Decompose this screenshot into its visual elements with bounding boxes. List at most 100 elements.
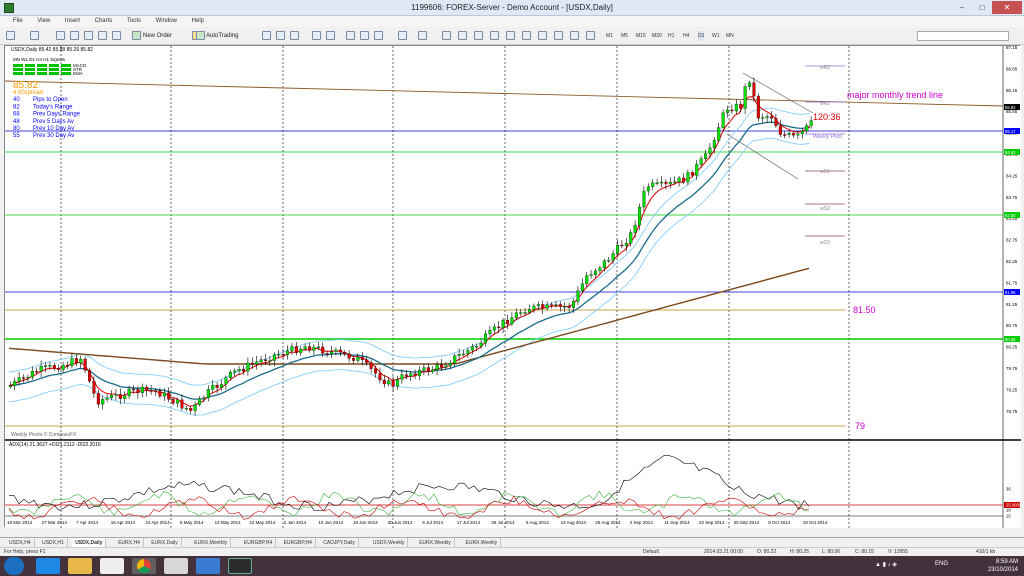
menu-window[interactable]: Window	[156, 16, 177, 27]
candle	[440, 364, 444, 368]
candle	[708, 147, 712, 154]
fibonacci-icon[interactable]	[538, 31, 547, 40]
candle	[374, 368, 378, 374]
price-tick: 82.25	[1006, 259, 1018, 264]
timeframe-m15[interactable]: M15	[636, 31, 646, 41]
menu-tools[interactable]: Tools	[127, 16, 141, 27]
candle	[338, 349, 342, 353]
candle	[325, 353, 329, 355]
symbol-info: USDX,Daily 85.42 85.88 85.26 85.82	[11, 47, 93, 53]
trendline-icon[interactable]	[506, 31, 515, 40]
search-input[interactable]	[917, 31, 1009, 41]
timeframe-d1[interactable]: D1	[698, 31, 705, 41]
text-label-icon[interactable]	[570, 31, 579, 40]
candle	[607, 260, 611, 262]
profiles-icon[interactable]	[30, 31, 39, 40]
candle	[774, 118, 778, 126]
zoom-in-icon[interactable]	[312, 31, 321, 40]
metatrader-taskbar-icon[interactable]	[228, 558, 252, 574]
candle	[277, 354, 281, 356]
navigator-icon[interactable]	[84, 31, 93, 40]
timeframe-m5[interactable]: M5	[621, 31, 628, 41]
terminal-icon[interactable]	[98, 31, 107, 40]
candle	[220, 383, 224, 388]
language-indicator[interactable]: ENG	[935, 561, 948, 567]
candle	[572, 301, 576, 308]
tray-icons[interactable]: ▲ ▮ ♪ ◈	[875, 561, 897, 568]
candle	[651, 182, 655, 187]
candle	[61, 364, 65, 370]
autoscroll-icon[interactable]	[360, 31, 369, 40]
timeframe-w1[interactable]: W1	[712, 31, 720, 41]
vertical-line-icon[interactable]	[474, 31, 483, 40]
maximize-button[interactable]: □	[972, 1, 992, 14]
menu-view[interactable]: View	[37, 16, 50, 27]
calculator-icon[interactable]	[164, 558, 188, 574]
menu-help[interactable]: Help	[192, 16, 204, 27]
chrome-icon[interactable]	[132, 558, 156, 574]
candle	[356, 356, 360, 361]
monitor-icon[interactable]	[196, 558, 220, 574]
window-title: 1199606: FOREX-Server - Demo Account - […	[411, 3, 613, 12]
timeframe-h4[interactable]: H4	[683, 31, 689, 41]
file-explorer-icon[interactable]	[68, 558, 92, 574]
candle	[382, 379, 386, 385]
indicators-icon[interactable]	[398, 31, 407, 40]
timeframe-m30[interactable]: M30	[652, 31, 662, 41]
tile-windows-icon[interactable]	[346, 31, 355, 40]
price-chart[interactable]: USDX,Daily 85.42 85.88 85.26 85.82 MN W1…	[4, 45, 1022, 528]
crosshair-icon[interactable]	[458, 31, 467, 40]
stat-value: 82	[13, 104, 20, 110]
text-tool-icon[interactable]	[554, 31, 563, 40]
candlesticks-icon[interactable]	[276, 31, 285, 40]
candle	[413, 373, 417, 377]
taskbar-clock[interactable]: 8:59 AM 23/10/2014	[988, 558, 1018, 574]
chart-shift-icon[interactable]	[374, 31, 383, 40]
candle	[158, 390, 162, 397]
arrows-icon[interactable]	[586, 31, 595, 40]
notepad-icon[interactable]	[100, 558, 124, 574]
candle	[664, 181, 668, 185]
autotrading-icon[interactable]	[196, 31, 205, 40]
new-order-button[interactable]: New Order	[143, 30, 172, 42]
horizontal-line-icon[interactable]	[490, 31, 499, 40]
cursor-icon[interactable]	[442, 31, 451, 40]
minimize-button[interactable]: –	[952, 1, 972, 14]
windows-start-icon[interactable]	[4, 557, 24, 575]
adx-tick: 18	[1006, 508, 1011, 513]
candle	[514, 312, 518, 318]
weekly-pivot-label: Weekly Pivot	[813, 134, 842, 140]
zoom-out-icon[interactable]	[326, 31, 335, 40]
close-button[interactable]: ✕	[992, 1, 1022, 14]
internet-explorer-icon[interactable]	[36, 558, 60, 574]
candle	[202, 397, 206, 399]
chart-window[interactable]: USDX,Daily 85.42 85.88 85.26 85.82 MN W1…	[4, 45, 1022, 528]
strategy-tester-icon[interactable]	[112, 31, 121, 40]
candle	[550, 304, 554, 306]
timeframe-h1[interactable]: H1	[668, 31, 674, 41]
menu-bar: File View Insert Charts Tools Window Hel…	[0, 16, 1024, 27]
candle	[35, 371, 39, 373]
new-chart-icon[interactable]	[6, 31, 15, 40]
candle	[457, 354, 461, 356]
date-tick: 30 Sep 2014	[734, 520, 760, 525]
menu-file[interactable]: File	[13, 16, 23, 27]
candle	[453, 355, 457, 364]
candle	[501, 320, 505, 328]
data-window-icon[interactable]	[70, 31, 79, 40]
bar-chart-icon[interactable]	[262, 31, 271, 40]
new-order-icon[interactable]	[132, 31, 141, 40]
date-tick: 15 Apr 2014	[111, 520, 136, 525]
timeframe-mn[interactable]: MN	[726, 31, 734, 41]
equidistant-channel-icon[interactable]	[522, 31, 531, 40]
candle	[140, 386, 144, 394]
menu-insert[interactable]: Insert	[65, 16, 80, 27]
periods-icon[interactable]	[418, 31, 427, 40]
timeframe-m1[interactable]: M1	[606, 31, 613, 41]
candle	[730, 109, 734, 112]
line-chart-icon[interactable]	[290, 31, 299, 40]
market-watch-icon[interactable]	[56, 31, 65, 40]
autotrading-button[interactable]: AutoTrading	[206, 30, 238, 42]
candle	[743, 86, 747, 109]
menu-charts[interactable]: Charts	[95, 16, 113, 27]
